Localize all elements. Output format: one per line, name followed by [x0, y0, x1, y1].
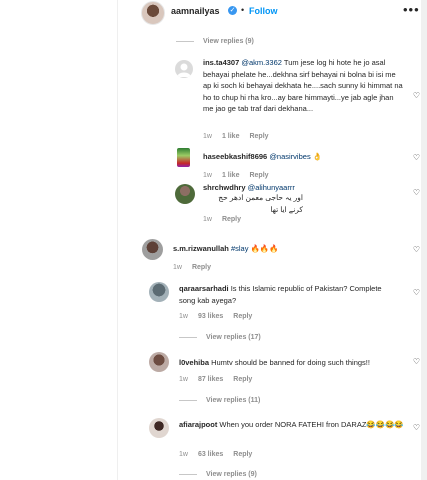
- like-heart-icon[interactable]: ♡: [412, 188, 421, 197]
- reply-button[interactable]: Reply: [249, 133, 268, 140]
- view-replies-label: View replies (11): [206, 397, 261, 404]
- comment-age: 1w: [173, 264, 182, 271]
- divider-line: [179, 474, 197, 475]
- comment-mention[interactable]: @alihunyaarrr: [248, 183, 295, 192]
- comment-username[interactable]: afiarajpoot: [179, 420, 217, 429]
- view-replies-button[interactable]: View replies (9): [179, 471, 257, 478]
- comment-meta: 1w 63 likes Reply: [179, 451, 252, 458]
- avatar[interactable]: [142, 239, 163, 260]
- verified-badge-icon: ✓: [228, 6, 237, 15]
- comment-meta: 1w Reply: [173, 264, 211, 271]
- comment-username[interactable]: l0vehiba: [179, 358, 209, 367]
- comment-body: Humtv should be banned for doing such th…: [209, 358, 370, 367]
- comment-mention[interactable]: @akm.3362: [241, 58, 282, 67]
- comment-age: 1w: [203, 172, 212, 179]
- comment-username[interactable]: s.m.rizwanullah: [173, 244, 229, 253]
- divider-line: [179, 337, 197, 338]
- comment-meta: 1w 1 like Reply: [203, 133, 269, 140]
- comment-likes[interactable]: 1 like: [222, 133, 240, 140]
- background-left: [0, 0, 117, 480]
- reply-button[interactable]: Reply: [249, 172, 268, 179]
- like-heart-icon[interactable]: ♡: [412, 91, 421, 100]
- comment-likes[interactable]: 1 like: [222, 172, 240, 179]
- view-replies-label: View replies (9): [206, 471, 257, 478]
- divider-line: [179, 400, 197, 401]
- comment-likes[interactable]: 93 likes: [198, 313, 223, 320]
- comments-panel: aamnailyas ✓ • Follow ••• View replies (…: [117, 0, 421, 480]
- comment-username[interactable]: qaraarsarhadi: [179, 284, 229, 293]
- post-header: aamnailyas ✓ • Follow •••: [118, 0, 421, 26]
- comment-username[interactable]: shrchwdhry: [203, 183, 246, 192]
- comment-meta: 1w 87 likes Reply: [179, 376, 252, 383]
- avatar[interactable]: [149, 282, 169, 302]
- view-replies-button[interactable]: View replies (9): [176, 38, 254, 45]
- comment-age: 1w: [179, 313, 188, 320]
- comment-likes[interactable]: 87 likes: [198, 376, 223, 383]
- comment-text: l0vehiba Humtv should be banned for doin…: [179, 357, 404, 369]
- divider-line: [176, 41, 194, 42]
- comment-meta: 1w 1 like Reply: [203, 172, 269, 179]
- view-replies-label: View replies (17): [206, 334, 261, 341]
- comment-text: qaraarsarhadi Is this Islamic republic o…: [179, 283, 399, 306]
- avatar[interactable]: [177, 148, 190, 167]
- reply-button[interactable]: Reply: [233, 313, 252, 320]
- comment-body: اور یہ حاجی معمن ادھر حج کرنے ایا تھا: [218, 193, 303, 214]
- like-heart-icon[interactable]: ♡: [412, 357, 421, 366]
- post-author-username[interactable]: aamnailyas: [171, 6, 220, 16]
- comment-body[interactable]: #slay 🔥🔥🔥: [231, 244, 279, 253]
- follow-button[interactable]: Follow: [249, 6, 278, 16]
- comment-text: afiarajpoot When you order NORA FATEHI f…: [179, 419, 404, 431]
- comment-username[interactable]: ins.ta4307: [203, 58, 239, 67]
- view-replies-button[interactable]: View replies (17): [179, 334, 261, 341]
- comment-text: ins.ta4307 @akm.3362 Tum jese log hi hot…: [203, 57, 403, 115]
- comment-likes[interactable]: 63 likes: [198, 451, 223, 458]
- comment-meta: 1w Reply: [203, 216, 241, 223]
- comment-age: 1w: [203, 216, 212, 223]
- comment-text: haseebkashif8696 @nasirvibes 👌: [203, 151, 403, 163]
- avatar[interactable]: [141, 1, 165, 25]
- like-heart-icon[interactable]: ♡: [412, 245, 421, 254]
- comment-mention[interactable]: @nasirvibes: [269, 152, 310, 161]
- reply-button[interactable]: Reply: [222, 216, 241, 223]
- like-heart-icon[interactable]: ♡: [412, 153, 421, 162]
- view-replies-label: View replies (9): [203, 38, 254, 45]
- avatar[interactable]: [175, 60, 193, 78]
- separator-dot: •: [241, 5, 245, 15]
- avatar[interactable]: [149, 418, 169, 438]
- more-options-icon[interactable]: •••: [403, 2, 420, 17]
- reply-button[interactable]: Reply: [192, 264, 211, 271]
- avatar[interactable]: [149, 352, 169, 372]
- like-heart-icon[interactable]: ♡: [412, 288, 421, 297]
- like-heart-icon[interactable]: ♡: [412, 423, 421, 432]
- reply-button[interactable]: Reply: [233, 376, 252, 383]
- comment-username[interactable]: haseebkashif8696: [203, 152, 267, 161]
- comment-age: 1w: [179, 376, 188, 383]
- comment-age: 1w: [179, 451, 188, 458]
- scrollbar-track[interactable]: [420, 0, 427, 480]
- comment-meta: 1w 93 likes Reply: [179, 313, 252, 320]
- reply-button[interactable]: Reply: [233, 451, 252, 458]
- comment-age: 1w: [203, 133, 212, 140]
- view-replies-button[interactable]: View replies (11): [179, 397, 260, 404]
- default-user-icon: [177, 63, 191, 77]
- comment-body: 👌: [310, 152, 323, 161]
- comment-body: When you order NORA FATEHI fron DARAZ😂😂😂…: [217, 420, 404, 429]
- comment-text: s.m.rizwanullah #slay 🔥🔥🔥: [173, 243, 393, 255]
- avatar[interactable]: [175, 184, 195, 204]
